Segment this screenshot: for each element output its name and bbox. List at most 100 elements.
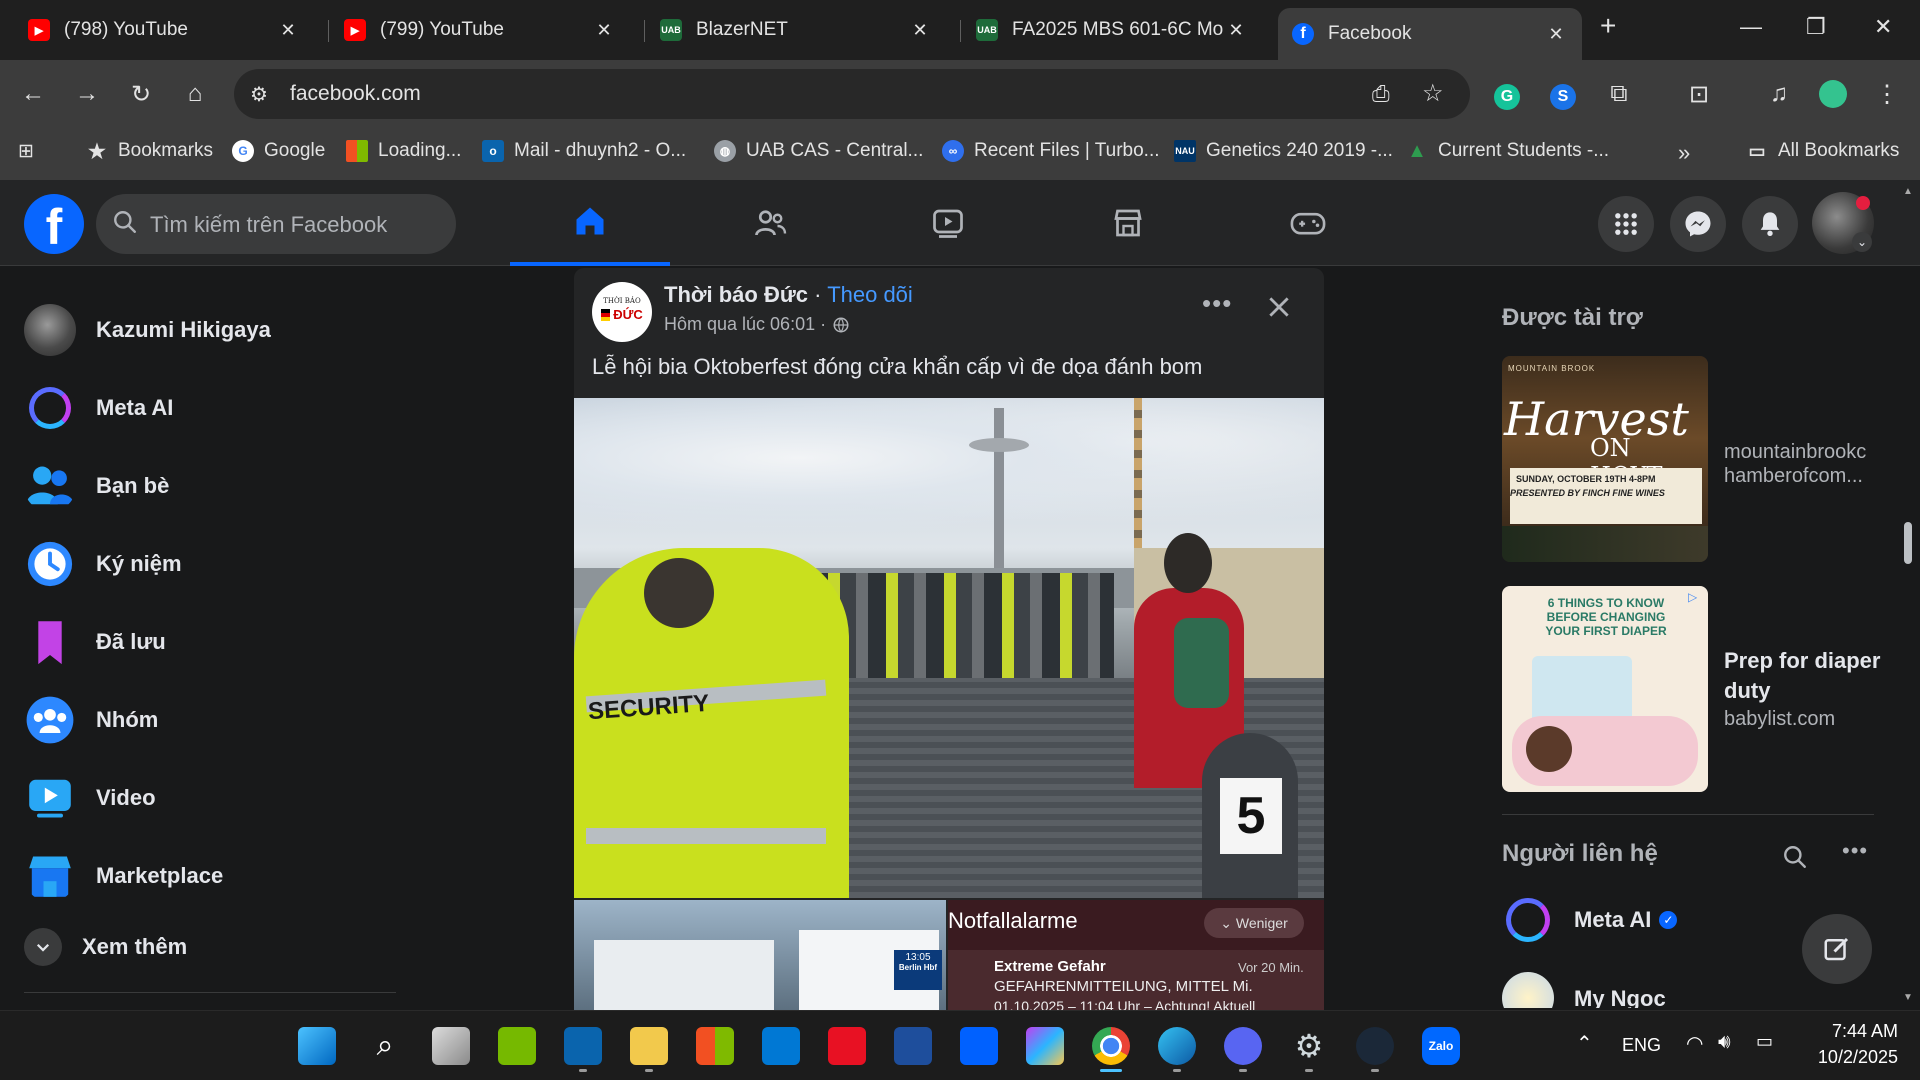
post-time[interactable]: Hôm qua lúc 06:01 · [664, 314, 826, 335]
close-tab-icon[interactable]: ✕ [1544, 24, 1568, 45]
microsoft-store-icon[interactable] [696, 1027, 734, 1065]
m365-icon[interactable] [1026, 1027, 1064, 1065]
search-icon[interactable]: ⌕ [366, 1027, 404, 1065]
new-tab-button[interactable]: + [1600, 10, 1616, 42]
dropbox-icon[interactable] [960, 1027, 998, 1065]
page-name-link[interactable]: Thời báo Đức [664, 282, 808, 307]
nav-tab-video[interactable] [868, 180, 1028, 266]
menu-kebab-icon[interactable]: ⋮ [1872, 80, 1902, 109]
close-window-icon[interactable]: ✕ [1874, 14, 1892, 40]
close-tab-icon[interactable]: ✕ [1224, 20, 1248, 41]
home-icon[interactable]: ⌂ [180, 80, 210, 108]
app-red-icon[interactable] [828, 1027, 866, 1065]
page-avatar[interactable]: THỜI BÁO ĐỨC [592, 282, 652, 342]
close-tab-icon[interactable]: ✕ [276, 20, 300, 41]
apps-grid-icon[interactable]: ⊞ [18, 140, 34, 163]
facebook-search[interactable]: Tìm kiếm trên Facebook [96, 194, 456, 254]
bookmark-item[interactable]: ∞ Recent Files | Turbo... [942, 140, 1160, 162]
new-message-button[interactable] [1802, 914, 1872, 984]
sidebar-item-saved[interactable]: Đã lưu [24, 616, 166, 668]
bookmark-item[interactable]: NAU Genetics 240 2019 -... [1174, 140, 1393, 162]
task-view-icon[interactable] [432, 1027, 470, 1065]
messenger-button[interactable] [1670, 196, 1726, 252]
extension-s-icon[interactable]: S [1548, 80, 1578, 110]
url-text[interactable]: facebook.com [290, 82, 421, 106]
file-explorer-icon[interactable] [630, 1027, 668, 1065]
language-indicator[interactable]: ENG [1622, 1035, 1661, 1056]
profile-icon[interactable] [1818, 80, 1848, 115]
contacts-more-icon[interactable]: ••• [1842, 838, 1868, 864]
account-avatar[interactable]: ⌄ [1812, 192, 1874, 254]
post-photo[interactable]: SECURITY 5 [574, 398, 1324, 898]
volume-icon[interactable]: 🔊︎ [1718, 1031, 1731, 1054]
clock-date[interactable]: 10/2/2025 [1798, 1047, 1898, 1068]
close-tab-icon[interactable]: ✕ [908, 20, 932, 41]
bookmark-item[interactable]: Loading... [346, 140, 461, 162]
notifications-button[interactable] [1742, 196, 1798, 252]
see-more-button[interactable]: Xem thêm [24, 928, 187, 966]
wifi-icon[interactable]: ◠ [1686, 1031, 1703, 1056]
chrome-icon[interactable] [1092, 1027, 1130, 1065]
nav-tab-home[interactable] [510, 180, 670, 266]
forward-icon[interactable]: → [72, 80, 102, 108]
sidebar-item-video[interactable]: Video [24, 772, 156, 824]
all-bookmarks-button[interactable]: ▭ All Bookmarks [1746, 140, 1899, 162]
bookmark-item[interactable]: ◍ UAB CAS - Central... [714, 140, 923, 162]
contact-item[interactable]: My Ngoc [1502, 972, 1666, 1008]
menu-grid-button[interactable] [1598, 196, 1654, 252]
more-options-icon[interactable]: ••• [1202, 288, 1232, 319]
search-contacts-icon[interactable] [1782, 844, 1808, 870]
back-icon[interactable]: ← [18, 80, 48, 108]
bookmark-item[interactable]: ★ Bookmarks [86, 140, 213, 163]
bookmarks-overflow-button[interactable]: » [1678, 140, 1690, 166]
tab-blazernet[interactable]: UAB BlazerNET ✕ [646, 8, 946, 52]
tab-fa2025[interactable]: UAB FA2025 MBS 601-6C Mole ✕ [962, 8, 1262, 52]
site-info-icon[interactable]: ⚙ [250, 82, 268, 107]
bookmark-item[interactable]: G Google [232, 140, 325, 162]
close-icon[interactable] [1266, 294, 1292, 320]
tab-youtube-2[interactable]: ▶ (799) YouTube ✕ [330, 8, 630, 52]
outlook-new-icon[interactable] [762, 1027, 800, 1065]
minimize-icon[interactable]: — [1740, 14, 1762, 40]
post-photo-2[interactable]: 13:05 Berlin Hbf [574, 900, 946, 1010]
post-photo-3[interactable]: Notfallalarme ⌄ Weniger Extreme Gefahr V… [948, 900, 1324, 1010]
sidebar-item-meta-ai[interactable]: Meta AI [24, 382, 173, 434]
scrollbar-thumb[interactable] [1904, 522, 1912, 564]
discord-icon[interactable] [1224, 1027, 1262, 1065]
tab-facebook[interactable]: f Facebook ✕ [1278, 8, 1582, 60]
grammarly-icon[interactable]: G [1492, 80, 1522, 110]
steam-icon[interactable] [1356, 1027, 1394, 1065]
sidebar-item-marketplace[interactable]: Marketplace [24, 850, 223, 902]
outlook-icon[interactable] [564, 1027, 602, 1065]
start-icon[interactable] [298, 1027, 336, 1065]
restore-icon[interactable]: ❐ [1806, 14, 1826, 40]
nvidia-icon[interactable] [498, 1027, 536, 1065]
battery-icon[interactable]: ▭ [1756, 1031, 1773, 1052]
follow-link[interactable]: Theo dõi [827, 282, 913, 307]
app-shield-icon[interactable] [894, 1027, 932, 1065]
nav-tab-gaming[interactable] [1228, 180, 1388, 266]
sidebar-item-memories[interactable]: Ký niệm [24, 538, 182, 590]
zalo-icon[interactable]: Zalo [1422, 1027, 1460, 1065]
reload-icon[interactable]: ↻ [126, 80, 156, 109]
sidebar-item-friends[interactable]: Bạn bè [24, 460, 169, 512]
tab-youtube-1[interactable]: ▶ (798) YouTube ✕ [14, 8, 314, 52]
install-app-icon[interactable]: ⎙ [1372, 81, 1390, 107]
extensions-puzzle-icon[interactable]: ⧉ [1604, 80, 1634, 108]
media-control-icon[interactable]: ♫ [1764, 80, 1794, 108]
close-tab-icon[interactable]: ✕ [592, 20, 616, 41]
settings-gear-icon[interactable]: ⚙ [1290, 1027, 1328, 1065]
address-bar[interactable]: ⚙ facebook.com ⎙ ☆ [234, 69, 1470, 119]
bookmark-item[interactable]: o Mail - dhuynh2 - O... [482, 140, 686, 162]
sidebar-item-groups[interactable]: Nhóm [24, 694, 158, 746]
chevron-up-icon[interactable]: ⌃ [1576, 1031, 1593, 1056]
nav-tab-marketplace[interactable] [1048, 180, 1208, 266]
edge-icon[interactable] [1158, 1027, 1196, 1065]
nav-tab-friends[interactable] [690, 180, 850, 266]
tab-search-icon[interactable]: ⊡ [1684, 80, 1714, 109]
bookmark-star-icon[interactable]: ☆ [1422, 79, 1444, 108]
facebook-logo[interactable]: f [24, 194, 84, 255]
page-scrollbar[interactable]: ▲ ▼ [1900, 186, 1916, 1010]
sidebar-item-profile[interactable]: Kazumi Hikigaya [24, 304, 271, 356]
bookmark-item[interactable]: ▲ Current Students -... [1406, 140, 1609, 162]
